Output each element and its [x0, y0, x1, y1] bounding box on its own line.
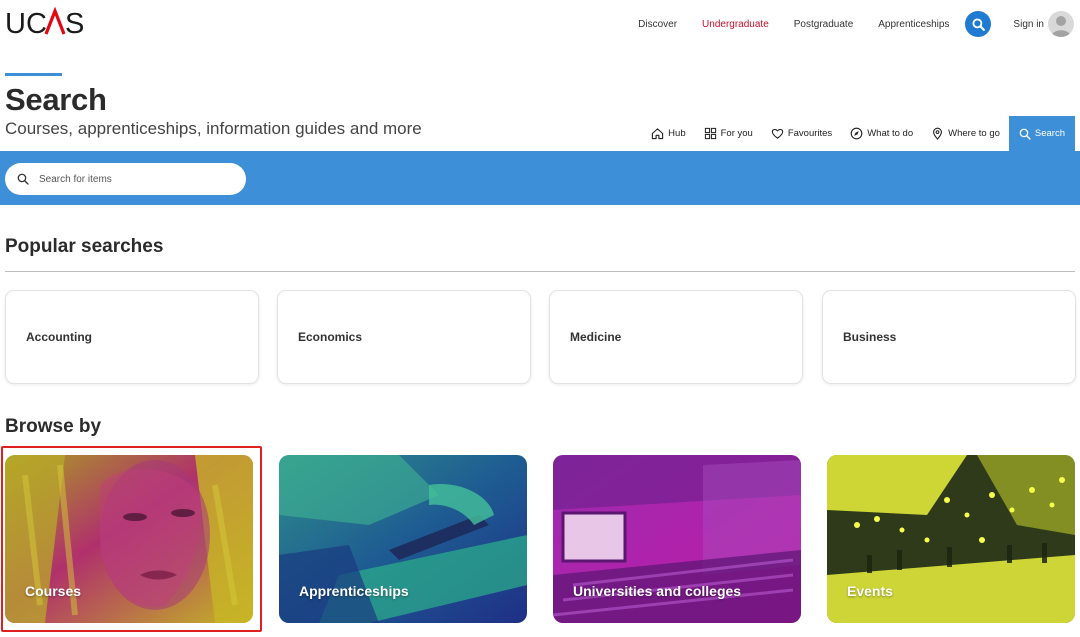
search-input[interactable] — [39, 173, 229, 185]
search-icon — [972, 17, 985, 31]
nav-link-undergraduate[interactable]: Undergraduate — [702, 19, 769, 30]
top-header: UC S Discover Undergraduate Postgraduate… — [0, 0, 1080, 48]
subnav-what-to-do[interactable]: What to do — [841, 116, 922, 151]
subnav-hub[interactable]: Hub — [642, 116, 694, 151]
sign-in-label: Sign in — [1013, 18, 1044, 30]
subnav-search-label: Search — [1034, 128, 1065, 139]
map-pin-icon — [933, 127, 943, 140]
popular-search-card[interactable]: Economics — [277, 290, 531, 384]
selection-highlight — [1, 446, 262, 632]
grid-icon — [704, 127, 716, 140]
browse-tile-apprenticeships[interactable]: Apprenticeships — [279, 455, 527, 623]
subnav-search[interactable]: Search — [1008, 116, 1075, 151]
browse-tile-events[interactable]: Events — [827, 455, 1075, 623]
top-navigation: Discover Undergraduate Postgraduate Appr… — [613, 0, 1080, 48]
home-icon — [652, 128, 664, 140]
nav-link-postgraduate[interactable]: Postgraduate — [794, 19, 854, 30]
sign-in-link[interactable]: Sign in — [1013, 11, 1074, 37]
browse-tile-label: Universities and colleges — [573, 583, 742, 599]
browse-tile-label: Apprenticeships — [299, 583, 409, 599]
nav-link-apprenticeships[interactable]: Apprenticeships — [878, 19, 949, 30]
popular-search-label: Economics — [298, 330, 363, 344]
search-band — [0, 151, 1080, 205]
subnav-for-you-label: For you — [720, 128, 753, 139]
header-search-button[interactable] — [965, 11, 992, 37]
browse-tile-universities[interactable]: Universities and colleges — [553, 455, 801, 623]
svg-text:UC: UC — [5, 8, 47, 39]
popular-search-label: Accounting — [26, 330, 92, 344]
nav-link-discover[interactable]: Discover — [638, 19, 677, 30]
popular-search-label: Medicine — [570, 330, 622, 344]
page-title: Search — [5, 82, 107, 117]
ucas-logo[interactable]: UC S — [5, 5, 87, 39]
popular-search-label: Business — [843, 330, 897, 344]
search-box[interactable] — [5, 163, 246, 195]
subnav-where-to-go[interactable]: Where to go — [922, 116, 1009, 151]
popular-search-card[interactable]: Medicine — [549, 290, 803, 384]
popular-search-card[interactable]: Accounting — [5, 290, 259, 384]
user-icon — [1051, 16, 1071, 37]
subnav-favourites-label: Favourites — [787, 128, 833, 139]
page-subtitle: Courses, apprenticeships, information gu… — [5, 119, 422, 138]
svg-text:S: S — [65, 8, 84, 39]
browse-by-heading: Browse by — [5, 416, 102, 437]
popular-searches-heading: Popular searches — [5, 236, 164, 257]
subnav-favourites[interactable]: Favourites — [762, 116, 841, 151]
hub-subnav: Hub For you Favourites What to do Where … — [642, 116, 1075, 151]
heart-icon — [771, 128, 784, 139]
subnav-where-to-go-label: Where to go — [948, 128, 1000, 139]
browse-tile-label: Events — [847, 583, 893, 599]
title-accent-bar — [5, 73, 62, 76]
section-divider — [5, 271, 1075, 272]
compass-icon — [850, 127, 863, 140]
popular-search-card[interactable]: Business — [822, 290, 1076, 384]
avatar — [1048, 11, 1074, 37]
subnav-what-to-do-label: What to do — [867, 128, 914, 139]
search-icon — [17, 173, 29, 185]
subnav-for-you[interactable]: For you — [695, 116, 762, 151]
subnav-hub-label: Hub — [668, 128, 686, 139]
search-icon — [1019, 128, 1031, 140]
